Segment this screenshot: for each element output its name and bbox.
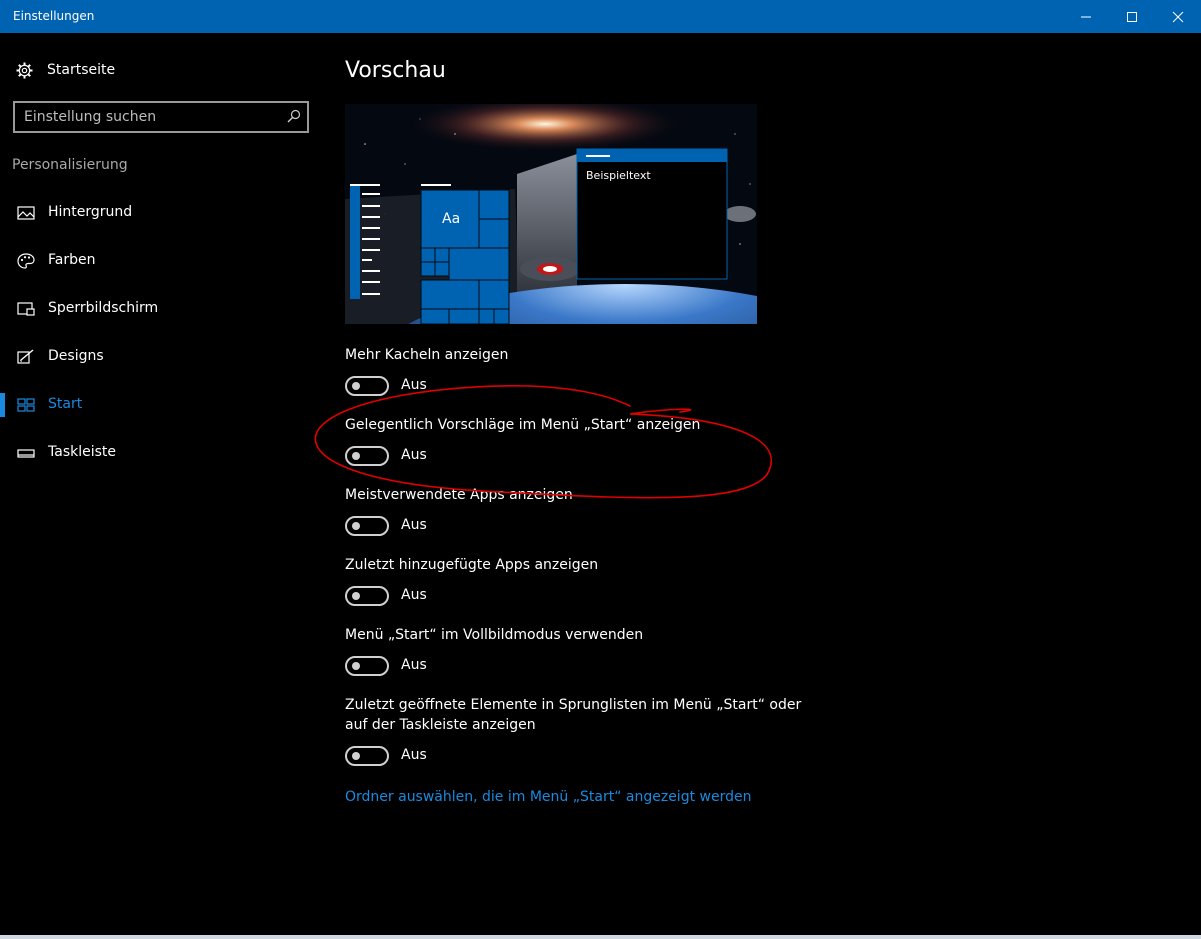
option-label-fullscreen: Menü „Start“ im Vollbildmodus verwenden bbox=[345, 627, 644, 643]
lock-screen-icon bbox=[17, 302, 35, 316]
sidebar-item-label: Hintergrund bbox=[48, 204, 133, 220]
sidebar-item-start[interactable]: Start bbox=[0, 387, 320, 423]
toggle-knob bbox=[352, 662, 360, 670]
page-title: Vorschau bbox=[345, 58, 446, 83]
start-preview: Aa Beispieltext bbox=[345, 104, 757, 324]
sidebar-item-label: Start bbox=[48, 396, 83, 412]
sidebar-item-designs[interactable]: Designs bbox=[0, 339, 320, 375]
maximize-icon bbox=[1127, 11, 1137, 22]
close-button[interactable] bbox=[1155, 0, 1201, 33]
palette-icon bbox=[17, 253, 35, 269]
sidebar-item-sperrbildschirm[interactable]: Sperrbildschirm bbox=[0, 291, 320, 327]
toggle-state: Aus bbox=[401, 747, 427, 763]
toggle-knob bbox=[352, 752, 360, 760]
brush-icon bbox=[17, 349, 34, 364]
home-label: Startseite bbox=[47, 62, 116, 78]
option-label-recently-added: Zuletzt hinzugefügte Apps anzeigen bbox=[345, 557, 599, 573]
sidebar-item-hintergrund[interactable]: Hintergrund bbox=[0, 195, 320, 231]
search-icon[interactable] bbox=[287, 109, 301, 123]
minimize-icon bbox=[1081, 16, 1091, 17]
window-bottom-edge bbox=[0, 935, 1201, 939]
option-label-more-tiles: Mehr Kacheln anzeigen bbox=[345, 347, 509, 363]
toggle-state: Aus bbox=[401, 517, 427, 533]
sidebar-item-farben[interactable]: Farben bbox=[0, 243, 320, 279]
annotation-circle bbox=[314, 385, 773, 499]
search-box[interactable] bbox=[13, 101, 309, 133]
maximize-button[interactable] bbox=[1109, 0, 1155, 33]
toggle-state: Aus bbox=[401, 657, 427, 673]
home-link[interactable]: Startseite bbox=[16, 60, 115, 80]
sidebar-item-label: Farben bbox=[48, 252, 96, 268]
image-icon bbox=[17, 206, 35, 220]
window-title: Einstellungen bbox=[13, 9, 95, 23]
title-bar: Einstellungen bbox=[0, 0, 1201, 33]
toggle-most-used[interactable] bbox=[345, 516, 389, 536]
choose-folders-link[interactable]: Ordner auswählen, die im Menü „Start“ an… bbox=[345, 789, 751, 805]
toggle-state: Aus bbox=[401, 587, 427, 603]
close-icon bbox=[1172, 11, 1184, 22]
search-input[interactable] bbox=[24, 107, 274, 127]
toggle-recently-added[interactable] bbox=[345, 586, 389, 606]
toggle-fullscreen[interactable] bbox=[345, 656, 389, 676]
taskbar-icon bbox=[17, 449, 35, 458]
preview-image bbox=[345, 104, 757, 324]
section-heading: Personalisierung bbox=[12, 157, 128, 173]
start-tiles-icon bbox=[17, 398, 35, 412]
active-indicator bbox=[0, 393, 5, 417]
sidebar-item-label: Designs bbox=[48, 348, 104, 364]
minimize-button[interactable] bbox=[1063, 0, 1109, 33]
gear-icon bbox=[16, 62, 33, 78]
option-label-jumplists-line1: Zuletzt geöffnete Elemente in Sprunglist… bbox=[345, 697, 802, 713]
sidebar-item-label: Taskleiste bbox=[48, 444, 117, 460]
toggle-jumplists[interactable] bbox=[345, 746, 389, 766]
sidebar: Startseite Personalisierung Hintergrund … bbox=[0, 33, 320, 935]
preview-tile-label: Aa bbox=[442, 211, 461, 227]
option-label-jumplists-line2: auf der Taskleiste anzeigen bbox=[345, 717, 536, 733]
sidebar-item-taskleiste[interactable]: Taskleiste bbox=[0, 435, 320, 471]
sidebar-item-label: Sperrbildschirm bbox=[48, 300, 159, 316]
toggle-knob bbox=[352, 592, 360, 600]
toggle-knob bbox=[352, 522, 360, 530]
preview-window-text: Beispieltext bbox=[586, 169, 651, 182]
